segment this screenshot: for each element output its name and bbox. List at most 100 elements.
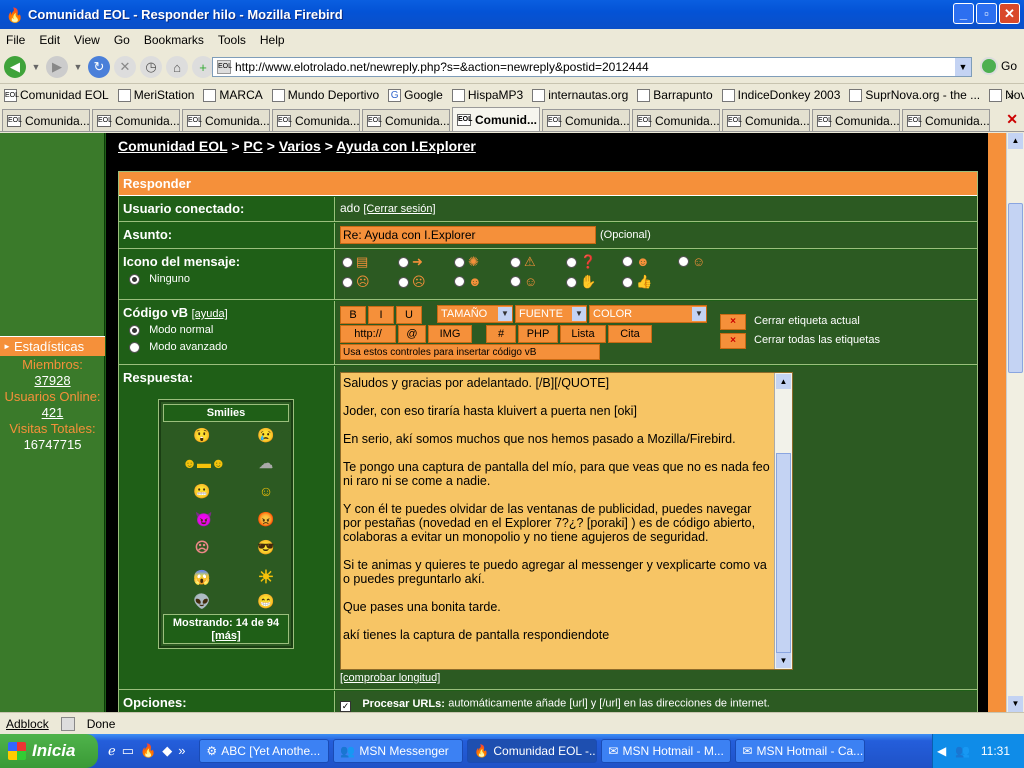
taskbar-item-active[interactable]: 🔥 Comunidad EOL -... [467,739,598,763]
icon-option[interactable]: ✋ [566,274,596,290]
firebird-quicklaunch-icon[interactable]: 🔥 [140,743,156,759]
minimize-button[interactable]: _ [953,3,974,24]
icon-radio[interactable] [342,256,353,268]
taskbar-item[interactable]: ✉ MSN Hotmail - M... [601,739,732,763]
ghost-smiley-icon[interactable]: ☁ [257,454,275,472]
bookmark-item[interactable]: HispaMP3 [451,88,523,102]
tray-expand-icon[interactable]: ◀ [937,744,946,758]
icon-radio[interactable] [454,276,465,287]
icon-radio[interactable] [566,276,577,288]
code-button[interactable]: # [486,325,516,343]
taskbar-item[interactable]: ⚙ ABC [Yet Anothe... [199,739,330,763]
ie-icon[interactable]: ℯ [108,743,116,759]
thumbsup-smiley-icon[interactable]: 😎 [257,538,275,556]
tab[interactable]: EOL Comunida... [272,109,360,131]
alien-smiley-icon[interactable]: 👽 [193,592,211,610]
close-current-tag-label[interactable]: Cerrar etiqueta actual [754,315,860,327]
tab[interactable]: EOL Comunida... [722,109,810,131]
back-dropdown-icon[interactable]: ▼ [30,56,42,78]
menu-bookmarks[interactable]: Bookmarks [144,33,204,47]
url-bar[interactable]: EOL http://www.elotrolado.net/newreply.p… [212,57,972,77]
list-button[interactable]: Lista [560,325,606,343]
icon-radio[interactable] [454,256,465,268]
bookmark-item[interactable]: G Google [388,88,443,102]
online-value[interactable]: 421 [0,405,105,420]
email-button[interactable]: @ [398,325,426,343]
tab[interactable]: EOL Comunida... [182,109,270,131]
go-button[interactable]: Go [980,57,1017,75]
new-tab-icon[interactable]: + [192,56,214,78]
menu-file[interactable]: File [6,33,25,47]
bookmark-item[interactable]: MeriStation [117,88,194,102]
icon-option[interactable]: ☺ [678,254,705,269]
quote-button[interactable]: Cita [608,325,652,343]
icon-none-radio[interactable] [129,273,140,285]
reload-icon[interactable]: ↻ [88,56,110,78]
color-select[interactable]: COLOR [589,305,707,323]
taskbar-item[interactable]: 👥 MSN Messenger [333,739,464,763]
breadcrumb-thread[interactable]: Ayuda con I.Explorer [336,138,476,154]
tab[interactable]: EOL Comunida... [362,109,450,131]
bookmark-item[interactable]: Barrapunto [637,88,713,102]
history-icon[interactable]: ◷ [140,56,162,78]
sun-smiley-icon[interactable]: ☀ [257,568,275,586]
maximize-button[interactable]: ▫ [976,3,997,24]
bookmark-item[interactable]: internautas.org [532,88,628,102]
underline-button[interactable]: U [396,306,422,324]
close-all-tags-icon[interactable]: × [720,333,746,349]
smile-smiley-icon[interactable]: ☺ [257,482,275,500]
scroll-down-icon[interactable]: ▼ [776,653,791,668]
app-quicklaunch-icon[interactable]: ◆ [162,743,172,759]
crying-smiley-icon[interactable]: 😢 [257,426,275,444]
home-icon[interactable]: ⌂ [166,56,188,78]
icon-radio[interactable] [510,256,521,268]
bookmark-item[interactable]: MARCA [203,88,263,102]
check-length-link[interactable]: [comprobar longitud] [340,672,440,684]
icon-option[interactable]: ✺ [454,254,479,270]
italic-button[interactable]: I [368,306,394,324]
members-value[interactable]: 37928 [0,373,105,388]
tab-active[interactable]: EOL Comunid... [452,107,540,131]
green-smiley-icon[interactable]: 😡 [257,510,275,528]
fight-smiley-icon[interactable]: ☻▬☻ [179,454,229,472]
scroll-up-icon[interactable]: ▲ [776,374,791,389]
taskbar-item[interactable]: ✉ MSN Hotmail - Ca... [735,739,866,763]
scared-smiley-icon[interactable]: 😱 [193,568,211,586]
icon-radio[interactable] [398,256,409,268]
tab[interactable]: EOL Comunida... [902,109,990,131]
breadcrumb-varios[interactable]: Varios [279,138,321,154]
icon-radio[interactable] [622,256,633,267]
smilies-more-link[interactable]: [más] [164,630,288,643]
bookmark-item[interactable]: EOL Comunidad EOL [4,88,109,102]
icon-option[interactable]: ☻ [454,274,482,289]
teeth-smiley-icon[interactable]: 😁 [257,592,275,610]
icon-option[interactable]: 👍 [622,274,652,290]
tab[interactable]: EOL Comunida... [2,109,90,131]
desktop-icon[interactable]: ▭ [122,743,134,759]
close-all-tags-label[interactable]: Cerrar todas las etiquetas [754,334,880,346]
mode-normal-radio[interactable] [129,324,140,336]
msn-tray-icon[interactable]: 👥 [955,744,970,758]
logout-link[interactable]: [Cerrar sesión] [363,203,435,215]
page-scroll-down-icon[interactable]: ▼ [1008,696,1023,712]
close-current-tag-icon[interactable]: × [720,314,746,330]
icon-option[interactable]: ☺ [510,274,537,289]
icon-radio[interactable] [622,276,633,288]
forward-icon[interactable]: ▶ [46,56,68,78]
icon-option[interactable]: ❓ [566,254,596,270]
menu-go[interactable]: Go [114,33,130,47]
back-icon[interactable]: ◀ [4,56,26,78]
icon-option[interactable]: ▤ [342,254,368,270]
font-select[interactable]: FUENTE [515,305,587,323]
icon-option[interactable]: ➜ [398,254,423,270]
adblock-label[interactable]: Adblock [6,717,49,731]
close-button[interactable]: ✕ [999,3,1020,24]
nervous-smiley-icon[interactable]: 😬 [193,482,211,500]
shocked-smiley-icon[interactable]: 😲 [193,426,211,444]
close-tab-icon[interactable]: ✕ [1006,111,1018,128]
menu-help[interactable]: Help [260,33,285,47]
img-button[interactable]: IMG [428,325,472,343]
url-button[interactable]: http:// [340,325,396,343]
subject-input[interactable]: Re: Ayuda con I.Explorer [340,226,596,244]
vbcode-help-link[interactable]: [ayuda] [192,308,228,320]
